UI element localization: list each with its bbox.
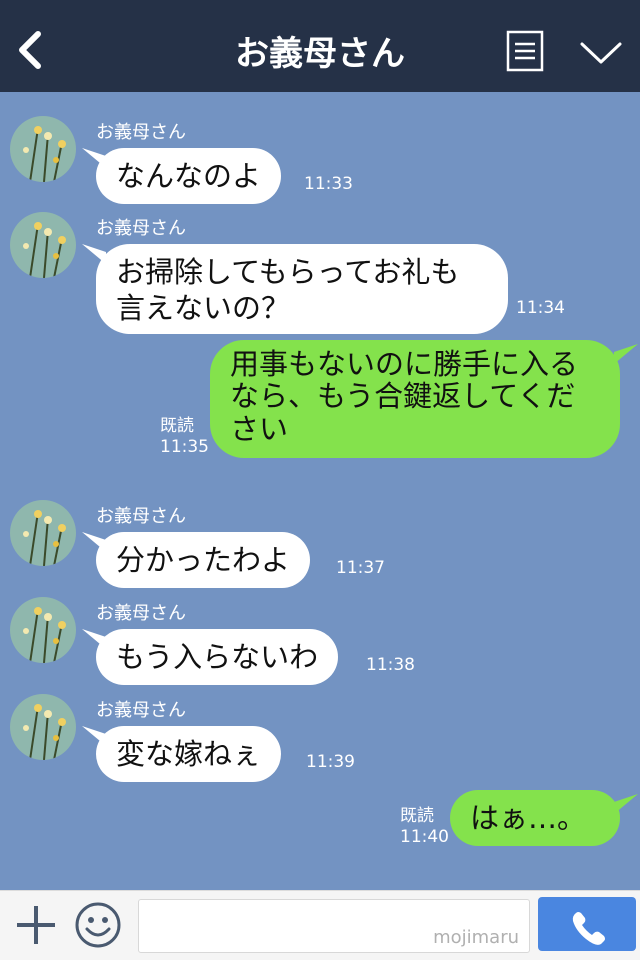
input-bar: mojimaru (0, 890, 640, 960)
avatar[interactable] (10, 597, 76, 663)
bubble-tail (614, 344, 638, 364)
message-bubble[interactable]: 用事もないのに勝手に入る なら、もう合鍵返してくだ さい (210, 340, 620, 458)
incoming-message: お義母さん お掃除してもらってお礼も 言えないの？ 11:34 (0, 188, 640, 338)
avatar[interactable] (10, 212, 76, 278)
avatar[interactable] (10, 500, 76, 566)
sender-name: お義母さん (96, 218, 186, 239)
sender-name: お義母さん (96, 506, 186, 527)
chevron-down-icon[interactable] (578, 36, 624, 70)
sender-name: お義母さん (96, 603, 186, 624)
read-receipt: 既読 11:35 (160, 416, 209, 459)
plus-icon[interactable] (14, 903, 58, 947)
incoming-message: お義母さん もう入らないわ 11:38 (0, 573, 640, 685)
message-time: 11:39 (306, 752, 355, 772)
smiley-icon[interactable] (74, 901, 122, 949)
list-menu-icon[interactable] (506, 30, 544, 72)
bubble-tail (614, 794, 638, 814)
message-bubble[interactable]: 変な嫁ねぇ (96, 726, 282, 782)
incoming-message: お義母さん 変な嫁ねぇ 11:39 (0, 670, 640, 782)
watermark: mojimaru (433, 927, 519, 948)
avatar[interactable] (10, 116, 76, 182)
outgoing-message: 既読 11:40 はぁ…。 (0, 790, 640, 850)
message-bubble[interactable]: はぁ…。 (450, 790, 620, 846)
chat-area[interactable]: お義母さん なんなのよ 11:33 お義母さん お掃除してもらってお礼も 言えな… (0, 92, 640, 890)
sender-name: お義母さん (96, 700, 186, 721)
incoming-message: お義母さん 分かったわよ 11:37 (0, 476, 640, 588)
incoming-message: お義母さん なんなのよ 11:33 (0, 92, 640, 204)
message-time: 11:34 (516, 298, 565, 318)
message-time: 11:40 (400, 827, 449, 848)
read-receipt: 既読 11:40 (400, 806, 449, 849)
read-label: 既読 (160, 416, 194, 436)
message-input[interactable]: mojimaru (138, 899, 530, 953)
avatar[interactable] (10, 694, 76, 760)
sender-name: お義母さん (96, 122, 186, 143)
chat-title: お義母さん (235, 34, 405, 74)
outgoing-message: 既読 11:35 用事もないのに勝手に入る なら、もう合鍵返してくだ さい (0, 340, 640, 460)
chat-header: お義母さん (0, 0, 640, 92)
call-button[interactable] (538, 897, 636, 951)
message-bubble[interactable]: お掃除してもらってお礼も 言えないの？ (96, 244, 508, 334)
message-time: 11:35 (160, 437, 209, 458)
read-label: 既読 (400, 806, 434, 826)
phone-icon (572, 912, 605, 945)
